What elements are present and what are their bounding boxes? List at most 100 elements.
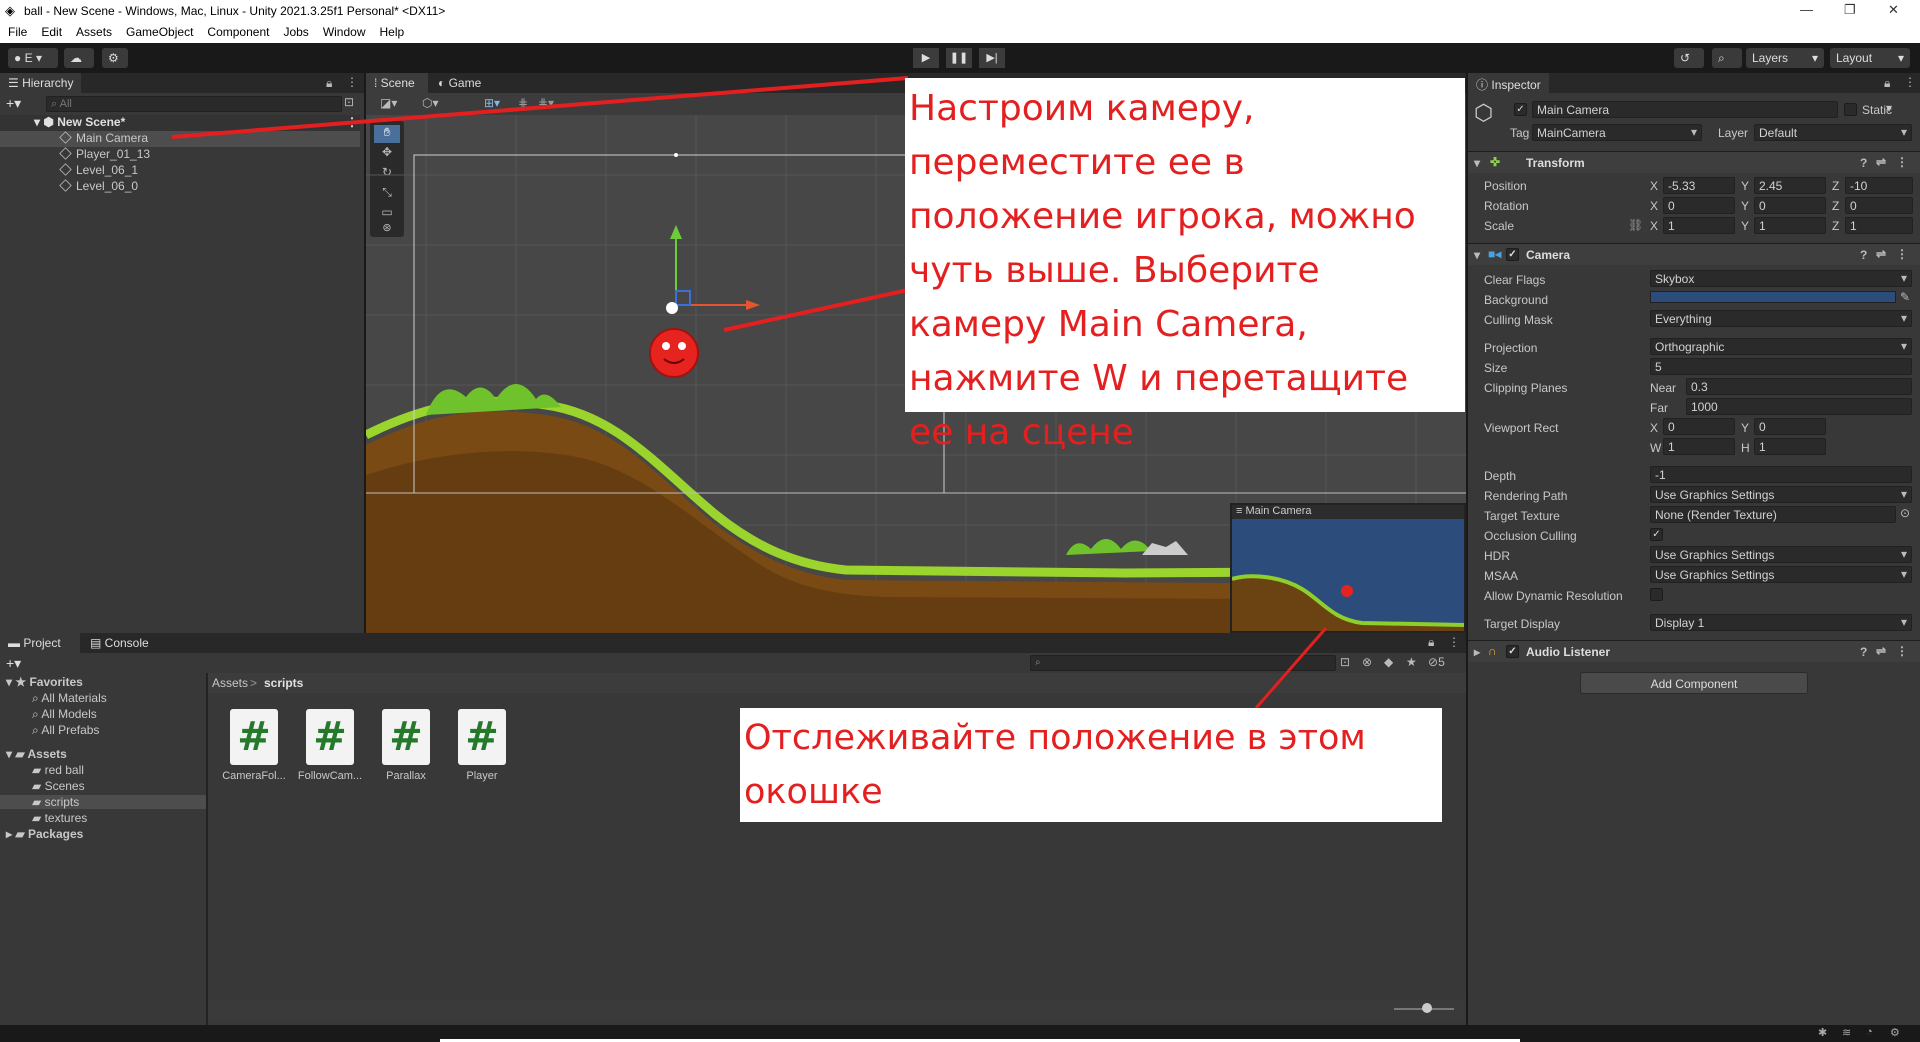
view-mode-icon[interactable]: ⬡▾ [422, 96, 439, 110]
move-gizmo-y-arrow[interactable] [670, 225, 682, 239]
menu-gameobject[interactable]: GameObject [118, 22, 199, 39]
rotation-z-field[interactable]: 0 [1845, 197, 1913, 214]
preset-icon[interactable]: ⇌ [1876, 155, 1886, 169]
file-followcam[interactable]: FollowCam... [293, 770, 367, 782]
object-name-field[interactable]: Main Camera [1532, 101, 1838, 118]
hierarchy-item-level-0[interactable]: Level_06_0 [0, 179, 360, 195]
hierarchy-item-player[interactable]: Player_01_13 [0, 147, 360, 163]
audio-listener-checkbox[interactable]: ✓ [1506, 645, 1519, 658]
breadcrumb-assets[interactable]: Assets [212, 676, 248, 690]
camera-bounds-handle[interactable] [674, 153, 678, 157]
scale-x-field[interactable]: 1 [1663, 217, 1735, 234]
lock-icon[interactable]: 🔒︎ [326, 76, 332, 91]
step-button[interactable]: ▶| [979, 48, 1005, 68]
snap-icon[interactable]: ⋕ [518, 96, 528, 110]
viewport-y-field[interactable]: 0 [1754, 418, 1826, 435]
project-search-input[interactable]: ⌕ [1030, 655, 1336, 671]
dynamic-resolution-checkbox[interactable] [1650, 588, 1663, 601]
inspector-lock-icon[interactable]: 🔒︎ [1884, 76, 1890, 91]
component-menu-icon[interactable]: ⋮ [1896, 247, 1908, 261]
audio-listener-header[interactable]: ▸ ∩ ✓ Audio Listener ? ⇌ ⋮ [1468, 640, 1920, 662]
static-dropdown-icon[interactable]: ▾ [1886, 101, 1892, 115]
camera-enabled-checkbox[interactable]: ✓ [1506, 248, 1519, 261]
tag-icon[interactable]: ◆ [1384, 655, 1393, 669]
icon-size-slider-handle[interactable] [1422, 1003, 1432, 1013]
filter-type-icon[interactable]: ⊡ [1340, 655, 1350, 669]
foldout-arrow-icon[interactable]: ▾ [1474, 248, 1480, 262]
position-y-field[interactable]: 2.45 [1754, 177, 1826, 194]
hierarchy-search-input[interactable]: ⌕ All [46, 96, 342, 112]
hdr-dropdown[interactable]: Use Graphics Settings [1650, 546, 1912, 563]
folder-red-ball[interactable]: ▰ red ball [32, 763, 84, 777]
target-display-dropdown[interactable]: Display 1 [1650, 614, 1912, 631]
help-icon[interactable]: ? [1860, 645, 1867, 659]
add-object-button[interactable]: +▾ [6, 95, 21, 112]
move-gizmo-x-arrow[interactable] [746, 300, 760, 310]
close-icon[interactable]: ✕ [1888, 2, 1899, 18]
background-color-swatch[interactable] [1650, 291, 1896, 303]
project-lock-icon[interactable]: 🔒︎ [1428, 635, 1434, 650]
menu-window[interactable]: Window [315, 22, 372, 39]
constrain-proportions-icon[interactable]: ⛓ [1628, 218, 1643, 232]
msaa-dropdown[interactable]: Use Graphics Settings [1650, 566, 1912, 583]
active-checkbox[interactable]: ✓ [1514, 103, 1527, 116]
pause-button[interactable]: ❚❚ [946, 48, 972, 68]
size-field[interactable]: 5 [1650, 358, 1912, 375]
csharp-script-icon[interactable]: # [230, 709, 278, 765]
increment-snap-icon[interactable]: ⋕▾ [538, 96, 554, 110]
viewport-w-field[interactable]: 1 [1663, 438, 1735, 455]
far-field[interactable]: 1000 [1686, 398, 1912, 415]
progress-icon[interactable]: ◔ [1866, 1026, 1873, 1038]
rendering-path-dropdown[interactable]: Use Graphics Settings [1650, 486, 1912, 503]
scene-menu-icon[interactable]: ⋮ [346, 115, 358, 129]
history-icon[interactable]: ↺ [1674, 48, 1704, 68]
layer-dropdown[interactable]: Default [1754, 124, 1912, 141]
menu-component[interactable]: Component [199, 22, 275, 39]
project-menu-icon[interactable]: ⋮ [1448, 635, 1460, 649]
position-z-field[interactable]: -10 [1845, 177, 1913, 194]
rotation-y-field[interactable]: 0 [1754, 197, 1826, 214]
kebab-menu-icon[interactable]: ⋮ [346, 75, 358, 89]
static-checkbox[interactable] [1844, 103, 1857, 116]
search-options-icon[interactable]: ⊡ [344, 95, 354, 109]
file-parallax[interactable]: Parallax [369, 770, 443, 782]
file-camerafollow[interactable]: CameraFol... [217, 770, 291, 782]
foldout-arrow-icon[interactable]: ▸ [1474, 645, 1480, 659]
favorites-node[interactable]: ▾ ★ Favorites [6, 675, 83, 689]
eyedropper-icon[interactable]: ✎ [1900, 290, 1910, 304]
debug-icon[interactable]: ✱ [1818, 1026, 1827, 1039]
red-ball-player[interactable] [649, 328, 699, 378]
near-field[interactable]: 0.3 [1686, 378, 1912, 395]
layers-dropdown[interactable]: Layers ▾ [1746, 48, 1824, 68]
scale-y-field[interactable]: 1 [1754, 217, 1826, 234]
depth-field[interactable]: -1 [1650, 466, 1912, 483]
object-picker-icon[interactable]: ⊙ [1900, 506, 1910, 520]
menu-file[interactable]: File [0, 22, 33, 39]
occlusion-culling-checkbox[interactable]: ✓ [1650, 528, 1663, 541]
assets-node[interactable]: ▾ ▰ Assets [6, 747, 67, 761]
tab-hierarchy[interactable]: ☰ Hierarchy [0, 73, 82, 93]
scene-root[interactable]: ▾ ⬢ New Scene* ⋮ [0, 115, 360, 131]
maximize-icon[interactable]: ❐ [1844, 2, 1856, 18]
menu-jobs[interactable]: Jobs [275, 22, 314, 39]
account-button[interactable]: ● E ▾ [8, 48, 58, 68]
fav-all-materials[interactable]: ⌕ All Materials [32, 691, 107, 706]
play-button[interactable]: ▶ [913, 48, 939, 68]
culling-mask-dropdown[interactable]: Everything [1650, 310, 1912, 327]
file-player[interactable]: Player [445, 770, 519, 782]
menu-help[interactable]: Help [372, 22, 411, 39]
tab-scene[interactable]: ⁞ Scene [366, 73, 428, 93]
clear-flags-dropdown[interactable]: Skybox [1650, 270, 1912, 287]
minimize-icon[interactable]: — [1800, 2, 1813, 17]
create-asset-button[interactable]: +▾ [6, 655, 21, 672]
inspector-menu-icon[interactable]: ⋮ [1904, 75, 1916, 89]
fav-all-prefabs[interactable]: ⌕ All Prefabs [32, 723, 99, 738]
csharp-script-icon[interactable]: # [306, 709, 354, 765]
project-splitter[interactable] [206, 673, 208, 1025]
folder-scripts[interactable]: ▰ scripts [0, 795, 206, 809]
tab-inspector[interactable]: ⓘ Inspector [1468, 73, 1549, 93]
hidden-packages-icon[interactable]: ⊘5 [1428, 655, 1445, 669]
draw-mode-icon[interactable]: ◪▾ [380, 96, 397, 110]
camera-header[interactable]: ▾ ■◂ ✓ Camera ? ⇌ ⋮ [1468, 243, 1920, 265]
csharp-script-icon[interactable]: # [382, 709, 430, 765]
